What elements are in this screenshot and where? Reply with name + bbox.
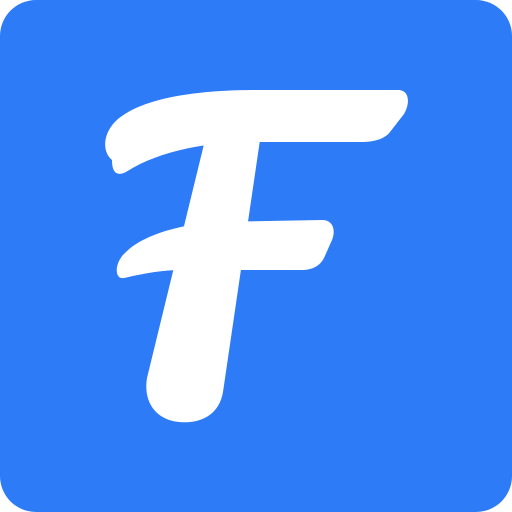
app-icon: [0, 0, 512, 512]
letter-f-logo-icon: [0, 0, 512, 512]
